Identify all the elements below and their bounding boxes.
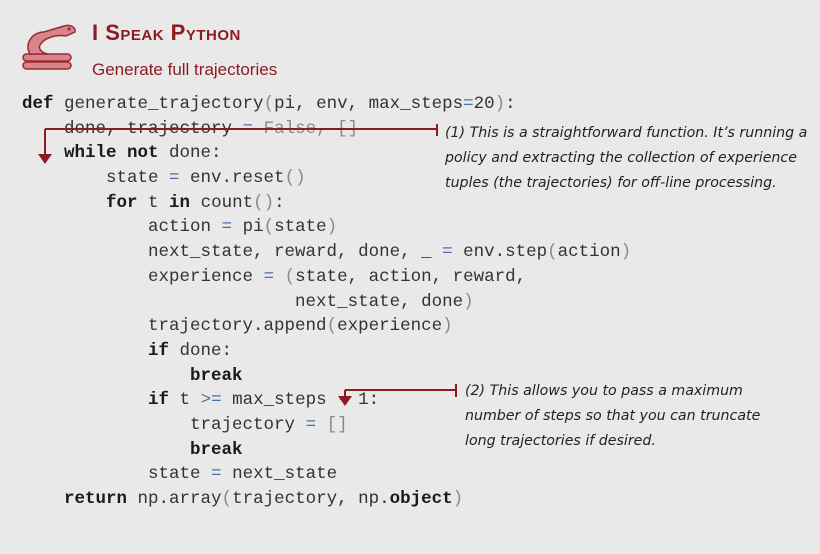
- annotation-1-arrow: [38, 124, 438, 164]
- annotation-2-arrow: [338, 384, 457, 406]
- annotation-arrows: [38, 124, 457, 406]
